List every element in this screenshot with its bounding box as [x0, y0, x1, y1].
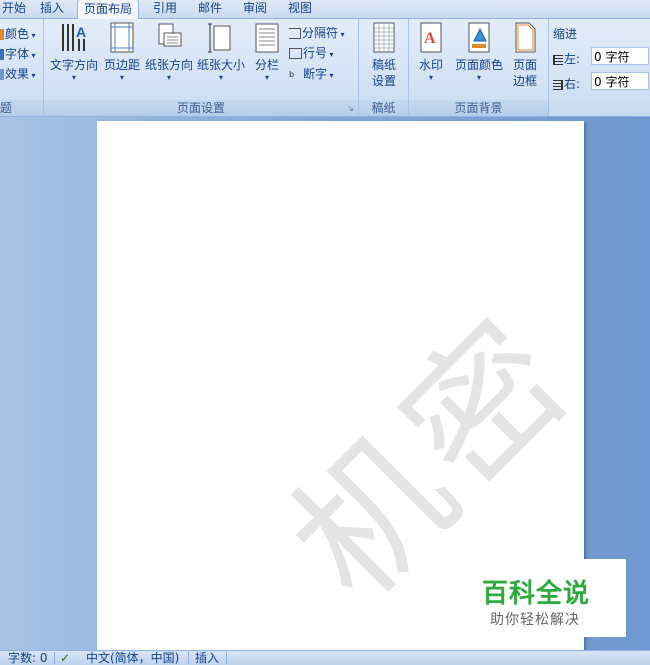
theme-fonts-label: 字体: [5, 47, 30, 61]
chevron-down-icon: ▾: [476, 73, 481, 82]
chevron-down-icon: ▾: [218, 73, 223, 82]
page-borders-button[interactable]: 页面 边框: [509, 21, 541, 89]
tab-home[interactable]: 开始: [2, 0, 26, 18]
document-workspace: 机密 百科全说 助你轻松解决: [0, 117, 650, 650]
page-background-group: A 水印 ▾ 页面颜色 ▾ 页面 边框 页面背景: [409, 19, 549, 116]
manuscript-group-label: 稿纸: [359, 100, 408, 116]
ribbon-tab-bar: 开始 插入 页面布局 引用 邮件 审阅 视图: [0, 0, 650, 19]
page-borders-label-line2: 边框: [512, 74, 537, 88]
themes-group-label: 题: [0, 100, 43, 116]
logo-title: 百科全说: [482, 579, 591, 609]
theme-fonts-button[interactable]: 字体 ▾: [0, 45, 36, 62]
insert-mode-indicator[interactable]: 插入: [195, 651, 219, 665]
watermark-icon: A: [420, 22, 442, 53]
chevron-down-icon: ▾: [119, 73, 124, 82]
line-numbers-button[interactable]: 行号 ▾: [289, 44, 334, 61]
proofing-check-icon[interactable]: ✓: [60, 651, 76, 665]
svg-text:A: A: [424, 30, 436, 47]
page-borders-icon: [515, 22, 536, 53]
columns-label: 分栏: [254, 58, 279, 72]
page-setup-group: A 文字方向 ▾ 页边距 ▾ 纸张方向 ▾ 纸张大小 ▾ 分栏 ▾ 分隔符 ▾ …: [44, 19, 359, 116]
watermark-button[interactable]: A 水印 ▾: [413, 21, 449, 83]
chevron-down-icon: ▾: [71, 73, 76, 82]
colors-icon: [0, 29, 4, 40]
indent-right-icon: [553, 79, 563, 90]
line-numbers-label: 行号: [303, 46, 328, 60]
theme-effects-label: 效果: [5, 67, 30, 81]
orientation-button[interactable]: 纸张方向 ▾: [143, 21, 195, 83]
page-size-icon: [208, 23, 231, 53]
indent-right-label: 右:: [553, 75, 580, 92]
columns-icon: [255, 23, 279, 53]
tab-review[interactable]: 审阅: [243, 0, 267, 18]
indent-right-input[interactable]: 0 字符: [591, 72, 649, 90]
breaks-button[interactable]: 分隔符 ▾: [289, 24, 345, 41]
text-direction-icon: A: [62, 24, 86, 51]
margins-icon: [110, 22, 134, 53]
indent-left-input[interactable]: 0 字符: [591, 47, 649, 65]
margins-label: 页边距: [103, 58, 140, 72]
status-bar: 字数: 0 ✓ 中文(简体，中国) 插入: [0, 650, 650, 665]
text-direction-button[interactable]: A 文字方向 ▾: [48, 21, 100, 83]
hyphenation-button[interactable]: b 断字 ▾: [289, 65, 334, 82]
language-indicator[interactable]: 中文(简体，中国): [86, 651, 179, 665]
page-borders-label-line1: 页面: [512, 58, 537, 72]
tab-page-layout[interactable]: 页面布局: [77, 0, 140, 19]
breaks-label: 分隔符: [302, 26, 339, 40]
theme-colors-label: 颜色: [5, 27, 30, 41]
hyphenation-icon: b: [289, 70, 295, 79]
manuscript-label-line2: 设置: [371, 74, 396, 88]
manuscript-grid-icon: [373, 22, 395, 53]
chevron-down-icon: ▾: [264, 73, 269, 82]
manuscript-group: 稿纸 设置 稿纸: [359, 19, 409, 116]
manuscript-label-line1: 稿纸: [371, 58, 396, 72]
word-count[interactable]: 字数: 0: [8, 651, 48, 665]
logo-subtitle: 助你轻松解决: [490, 612, 580, 628]
page-size-label: 纸张大小: [196, 58, 245, 72]
hyphenation-label: 断字: [303, 67, 328, 81]
watermark-label: 水印: [418, 58, 443, 72]
chevron-down-icon: ▾: [166, 73, 171, 82]
theme-effects-button[interactable]: 效果 ▾: [0, 65, 36, 82]
status-divider: [54, 652, 55, 664]
page-color-icon: [468, 22, 490, 53]
page-size-button[interactable]: 纸张大小 ▾: [195, 21, 247, 83]
tab-insert[interactable]: 插入: [40, 0, 64, 18]
tab-view[interactable]: 视图: [288, 0, 312, 18]
status-divider: [226, 652, 227, 664]
page-setup-group-label: 页面设置: [44, 100, 358, 116]
tab-references[interactable]: 引用: [153, 0, 177, 18]
paragraph-group: 缩进 左: 0 字符 右: 0 字符: [549, 19, 650, 116]
dialog-launcher-icon[interactable]: ↘: [346, 104, 355, 113]
orientation-label: 纸张方向: [144, 58, 193, 72]
indent-left-icon: [553, 54, 563, 65]
effects-icon: [0, 69, 4, 80]
columns-button[interactable]: 分栏 ▾: [249, 21, 285, 83]
themes-group: 颜色 ▾ 字体 ▾ 效果 ▾ 题: [0, 19, 44, 116]
page-color-label: 页面颜色: [454, 58, 503, 72]
svg-text:A: A: [76, 24, 86, 40]
manuscript-settings-button[interactable]: 稿纸 设置: [363, 21, 405, 89]
ribbon: 颜色 ▾ 字体 ▾ 效果 ▾ 题 A 文字方向 ▾ 页边距 ▾ 纸张方向 ▾ 纸…: [0, 19, 650, 117]
page-color-button[interactable]: 页面颜色 ▾: [451, 21, 507, 83]
chevron-down-icon: ▾: [428, 73, 433, 82]
tab-mailings[interactable]: 邮件: [198, 0, 222, 18]
theme-colors-button[interactable]: 颜色 ▾: [0, 25, 36, 42]
line-numbers-icon: [289, 48, 302, 59]
indent-title: 缩进: [553, 27, 578, 41]
fonts-icon: [0, 49, 4, 60]
status-divider: [188, 652, 189, 664]
page-background-group-label: 页面背景: [409, 100, 548, 116]
margins-button[interactable]: 页边距 ▾: [102, 21, 142, 83]
breaks-icon: [289, 28, 301, 39]
text-direction-label: 文字方向: [49, 58, 98, 72]
orientation-icon: [158, 23, 182, 47]
indent-left-label: 左:: [553, 50, 580, 67]
site-logo: 百科全说 助你轻松解决: [458, 559, 626, 637]
